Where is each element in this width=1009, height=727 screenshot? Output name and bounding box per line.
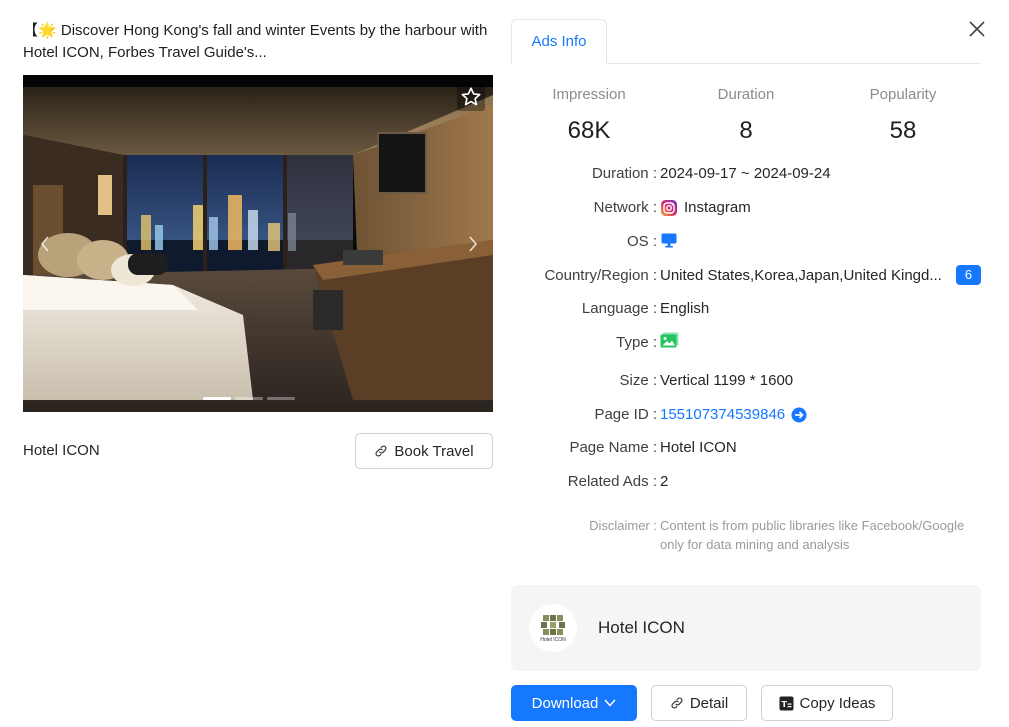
info-label: Page Name :: [569, 439, 657, 456]
star-icon: [461, 87, 481, 106]
book-travel-label: Book Travel: [394, 442, 474, 460]
copy-ideas-button[interactable]: T Copy Ideas: [761, 685, 893, 721]
image-type-icon: [660, 332, 679, 348]
info-tabs: Ads Info: [511, 19, 981, 64]
info-row-page-id: Page ID : 155107374539846: [511, 404, 991, 426]
disclaimer-text: Content is from public libraries like Fa…: [660, 518, 965, 552]
tab-ads-info[interactable]: Ads Info: [511, 19, 607, 64]
slide-dot[interactable]: [235, 397, 263, 400]
detail-button[interactable]: Detail: [651, 685, 747, 721]
sun-emoji-icon: 🌟: [38, 22, 57, 39]
stat-popularity: Popularity 58: [823, 86, 983, 145]
duration-value: 2024-09-17 ~ 2024-09-24: [660, 165, 831, 182]
info-label: Related Ads :: [567, 473, 657, 490]
info-row-duration: Duration : 2024-09-17 ~ 2024-09-24: [511, 163, 991, 185]
detail-label: Detail: [689, 694, 729, 712]
related-ads-value: 2: [660, 473, 669, 490]
info-value: 2: [660, 471, 668, 493]
brand-name: Hotel ICON: [23, 442, 100, 459]
info-row-type: Type :: [511, 332, 991, 354]
prev-slide-button[interactable]: [35, 230, 55, 258]
stat-value: 58: [889, 117, 917, 144]
instagram-icon: [661, 200, 677, 216]
info-value: 2024-09-17 ~ 2024-09-24: [660, 163, 831, 185]
info-value: Hotel ICON: [660, 437, 737, 459]
info-value: [660, 332, 679, 349]
info-row-country: Country/Region : United States,Korea,Jap…: [511, 265, 991, 287]
slide-dot[interactable]: [267, 397, 295, 400]
slide-indicators: [203, 397, 295, 400]
info-label: OS :: [626, 233, 657, 250]
hotel-icon-logo-mark: [541, 614, 565, 635]
slide-dot[interactable]: [203, 397, 231, 400]
chevron-left-icon: [40, 236, 49, 252]
svg-text:T: T: [781, 700, 787, 709]
desktop-icon: [661, 233, 677, 248]
stat-label: Impression: [552, 86, 626, 103]
ad-title: 【🌟 Discover Hong Kong's fall and winter …: [23, 20, 493, 64]
stat-duration: Duration 8: [666, 86, 826, 145]
title-text: Discover Hong Kong's fall and winter Eve…: [23, 22, 488, 61]
info-value: Vertical 1199 * 1600: [660, 370, 793, 392]
arrow-circle-right-icon[interactable]: [791, 407, 807, 423]
logo-text: Hotel ICON: [540, 636, 566, 643]
stat-value: 8: [739, 117, 753, 144]
stat-value: 68K: [567, 117, 611, 144]
country-count-badge[interactable]: 6: [956, 265, 981, 285]
info-label: Type :: [616, 334, 657, 351]
info-value: 155107374539846: [660, 404, 807, 426]
size-value: Vertical 1199 * 1600: [660, 372, 794, 389]
language-value: English: [660, 300, 710, 317]
ad-media-preview[interactable]: [23, 75, 493, 412]
info-value: [660, 231, 678, 249]
info-row-page-name: Page Name : Hotel ICON: [511, 437, 991, 459]
hotel-room-image: [23, 75, 493, 412]
favorite-star-button[interactable]: [457, 83, 485, 111]
info-row-size: Size : Vertical 1199 * 1600: [511, 370, 991, 392]
book-travel-button[interactable]: Book Travel: [355, 433, 493, 469]
disclaimer-label: Disclaimer :: [589, 518, 657, 533]
link-icon: [375, 445, 387, 457]
info-label: Language :: [581, 300, 657, 317]
copy-text-icon: T: [779, 696, 794, 710]
chevron-right-icon: [469, 236, 478, 252]
info-label: Duration :: [591, 165, 657, 182]
download-button[interactable]: Download: [511, 685, 637, 721]
info-row-network: Network : Instagram: [511, 197, 991, 219]
advertiser-card[interactable]: Hotel ICON Hotel ICON: [511, 585, 981, 671]
page-id-link[interactable]: 155107374539846: [660, 404, 785, 426]
stat-label: Popularity: [869, 86, 937, 103]
link-icon: [671, 697, 683, 709]
stat-label: Duration: [717, 86, 775, 103]
copy-ideas-label: Copy Ideas: [799, 694, 876, 712]
info-value: United States,Korea,Japan,United Kingd..…: [660, 265, 942, 287]
country-value: United States,Korea,Japan,United Kingd..…: [660, 267, 942, 284]
network-value: Instagram: [684, 199, 751, 216]
info-value: Instagram: [660, 197, 751, 219]
info-label: Network :: [593, 199, 657, 216]
advertiser-name[interactable]: Hotel ICON: [598, 618, 685, 638]
next-slide-button[interactable]: [463, 230, 483, 258]
chevron-down-icon: [604, 699, 616, 707]
info-label: Page ID :: [594, 406, 657, 423]
title-bracket: 【: [23, 22, 39, 39]
info-row-related-ads: Related Ads : 2: [511, 471, 991, 493]
info-row-language: Language : English: [511, 298, 991, 320]
info-value: English: [660, 298, 709, 320]
info-label: Country/Region :: [544, 267, 657, 284]
page-name-value: Hotel ICON: [660, 439, 737, 456]
advertiser-logo: Hotel ICON: [529, 604, 577, 652]
download-label: Download: [531, 694, 599, 712]
info-row-os: OS :: [511, 231, 991, 253]
info-label: Size :: [619, 372, 657, 389]
stat-impression: Impression 68K: [509, 86, 669, 145]
